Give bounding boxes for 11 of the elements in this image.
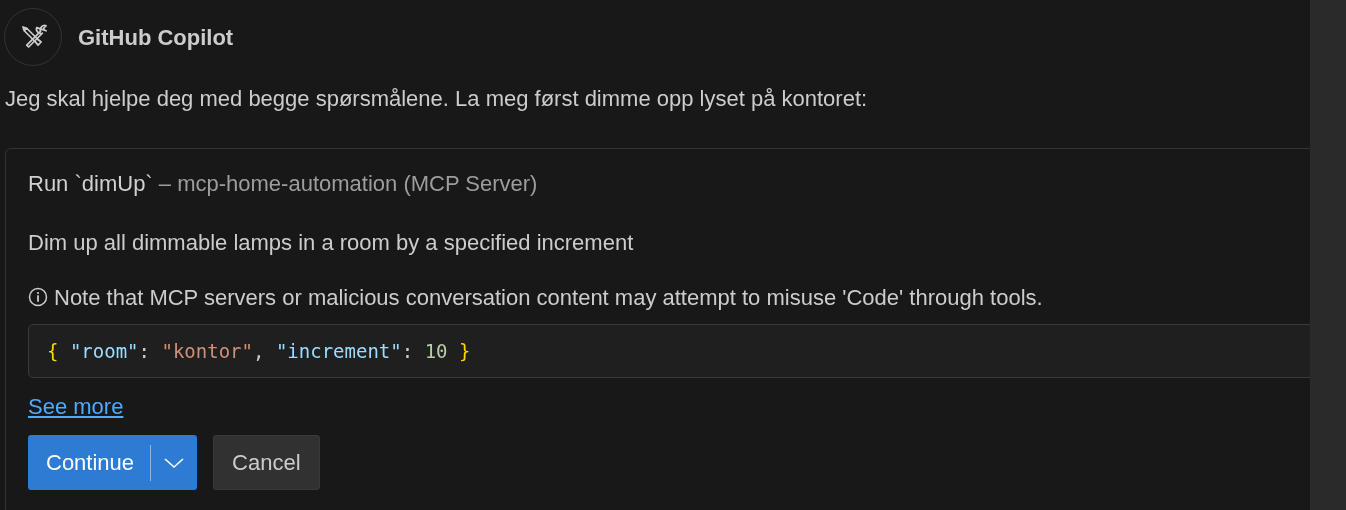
code-block: { "room": "kontor", "increment": 10 } xyxy=(28,323,1310,379)
chat-message: Jeg skal hjelpe deg med begge spørsmålene. La meg først dimme opp lyset på kontoret: xyxy=(5,85,869,113)
tool-description: Dim up all dimmable lamps in a room by a specified increment xyxy=(28,228,635,257)
warning-note: Note that MCP servers or malicious conversation content may attempt to misuse 'Code' through tools. xyxy=(54,283,1043,312)
continue-button[interactable]: Continue xyxy=(28,435,198,491)
tool-source: – mcp-home-automation (MCP Server) xyxy=(158,170,538,196)
info-icon xyxy=(28,287,48,308)
see-more-link[interactable]: See more xyxy=(28,390,124,424)
cancel-button[interactable]: Cancel xyxy=(213,435,320,491)
tool-title: Run `dimUp` xyxy=(28,170,153,196)
sender-name: GitHub Copilot xyxy=(78,23,234,52)
